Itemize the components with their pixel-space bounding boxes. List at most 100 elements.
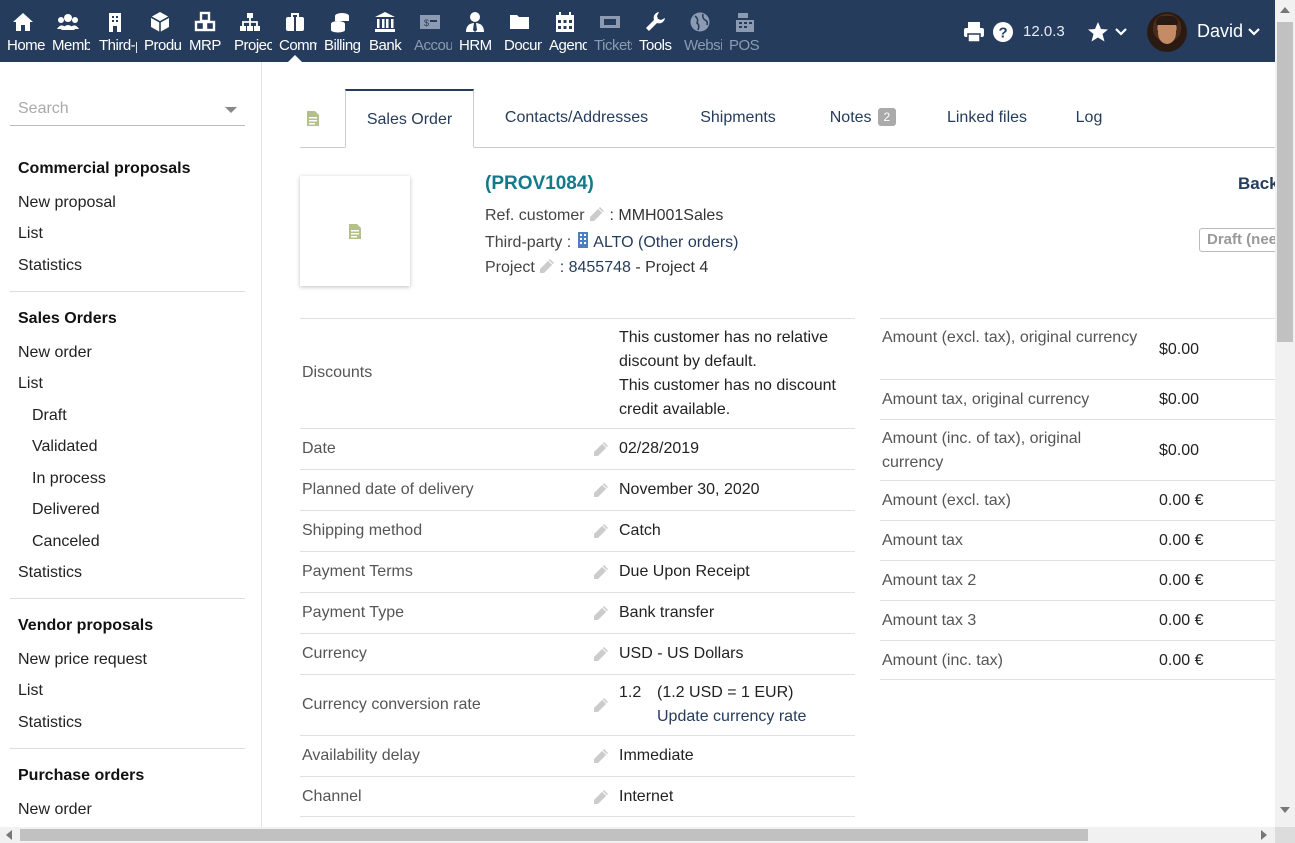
chevron-down-icon[interactable]: [1248, 26, 1260, 38]
link-proposal-statistics[interactable]: Statistics: [18, 257, 82, 275]
left-sidebar: Search Commercial proposals New proposal…: [0, 62, 262, 827]
horizontal-scroll-thumb[interactable]: [20, 829, 1088, 841]
scroll-down-arrow-icon[interactable]: [1280, 807, 1290, 813]
pencil-icon[interactable]: [593, 605, 609, 621]
link-order-list[interactable]: List: [18, 375, 43, 393]
avatar[interactable]: [1147, 12, 1187, 52]
chevron-down-icon[interactable]: [225, 107, 237, 113]
menu-websites[interactable]: Websites: [677, 0, 722, 62]
amount-value: 0.00 €: [1159, 652, 1204, 669]
menu-agenda[interactable]: Agenda: [542, 0, 587, 62]
menu-third-parties[interactable]: Third-parties: [92, 0, 137, 62]
update-currency-rate-text[interactable]: Update currency rate: [657, 708, 806, 725]
discount-credit-text: This customer has no discount credit ava…: [619, 377, 836, 418]
menu-tools[interactable]: Tools: [632, 0, 677, 62]
pencil-icon[interactable]: [589, 206, 605, 222]
vertical-scrollbar[interactable]: [1275, 0, 1295, 827]
menu-pos[interactable]: POS: [722, 0, 767, 62]
menu-products[interactable]: Products: [137, 0, 182, 62]
field-label: Discounts: [302, 364, 373, 381]
link-new-proposal[interactable]: New proposal: [18, 194, 116, 212]
pencil-icon[interactable]: [593, 482, 609, 498]
third-party-label: Third-party :: [485, 234, 572, 251]
other-orders-link[interactable]: (Other orders): [638, 234, 738, 251]
scroll-left-arrow-icon[interactable]: [6, 830, 12, 840]
pencil-icon[interactable]: [593, 789, 609, 805]
star-bookmark-icon[interactable]: [1087, 21, 1109, 43]
amount-row: Amount tax 0.00 €: [880, 520, 1275, 560]
amount-label: Amount tax, original currency: [882, 391, 1090, 408]
menu-label: POS: [729, 37, 760, 54]
menu-projects[interactable]: Projects: [227, 0, 272, 62]
tab-linked-files[interactable]: Linked files: [933, 89, 1041, 148]
horizontal-scrollbar[interactable]: [0, 827, 1275, 843]
update-currency-rate-link[interactable]: Update currency rate: [657, 705, 806, 729]
field-value: Bank transfer: [619, 604, 715, 621]
field-row-date: Date 02/28/2019: [300, 428, 855, 469]
ref-customer-line: Ref. customer : MMH001Sales: [485, 206, 723, 225]
menu-hrm[interactable]: HRM: [452, 0, 497, 62]
menu-commercial[interactable]: Commercial: [272, 0, 317, 62]
link-vendor-list[interactable]: List: [18, 682, 43, 700]
project-link[interactable]: : 8455748: [560, 259, 631, 276]
link-order-draft[interactable]: Draft: [32, 407, 67, 425]
section-title-commercial-proposals[interactable]: Commercial proposals: [18, 160, 191, 178]
menu-bank[interactable]: Bank: [362, 0, 407, 62]
tab-label: Notes: [829, 109, 872, 126]
globe-icon: [690, 12, 709, 32]
link-new-order[interactable]: New order: [18, 344, 92, 362]
section-title-sales-orders[interactable]: Sales Orders: [18, 310, 117, 328]
tab-log[interactable]: Log: [1057, 89, 1121, 148]
user-name[interactable]: David: [1197, 21, 1243, 42]
menu-label: Documents: [504, 37, 542, 54]
field-label: Channel: [302, 788, 362, 805]
pencil-icon[interactable]: [593, 523, 609, 539]
search-select[interactable]: Search: [10, 98, 245, 126]
amount-value: $0.00: [1159, 442, 1200, 459]
menu-members[interactable]: Members: [45, 0, 90, 62]
link-order-canceled[interactable]: Canceled: [32, 533, 100, 551]
tab-contacts-addresses[interactable]: Contacts/Addresses: [485, 89, 668, 148]
document-icon: [349, 224, 361, 239]
menu-accounting[interactable]: $ Accounting: [407, 0, 452, 62]
tab-label: Shipments: [700, 109, 776, 126]
field-value: November 30, 2020: [619, 481, 760, 498]
menu-documents[interactable]: Documents: [497, 0, 542, 62]
tab-shipments[interactable]: Shipments: [683, 89, 793, 148]
scroll-up-arrow-icon[interactable]: [1280, 7, 1290, 13]
third-party-link[interactable]: ALTO: [593, 234, 633, 251]
menu-label: Agenda: [549, 37, 587, 54]
link-order-in-process[interactable]: In process: [32, 470, 106, 488]
vertical-scroll-thumb[interactable]: [1277, 22, 1293, 342]
pencil-icon[interactable]: [593, 697, 609, 713]
menu-billing[interactable]: Billing: [317, 0, 362, 62]
section-title-purchase-orders[interactable]: Purchase orders: [18, 767, 144, 785]
pencil-icon[interactable]: [593, 441, 609, 457]
scroll-right-arrow-icon[interactable]: [1261, 830, 1267, 840]
menu-tickets[interactable]: Tickets: [587, 0, 632, 62]
print-icon[interactable]: [963, 21, 985, 43]
pencil-icon[interactable]: [593, 564, 609, 580]
tab-notes[interactable]: Notes 2: [808, 89, 918, 148]
help-icon[interactable]: ?: [992, 21, 1014, 43]
pencil-icon[interactable]: [593, 646, 609, 662]
pencil-icon[interactable]: [593, 748, 609, 764]
link-proposal-list[interactable]: List: [18, 225, 43, 243]
menu-mrp[interactable]: MRP: [182, 0, 227, 62]
link-new-purchase-order[interactable]: New order: [18, 801, 92, 819]
field-row-payment-terms: Payment Terms Due Upon Receipt: [300, 551, 855, 592]
menu-label: Accounting: [414, 37, 452, 54]
link-order-validated[interactable]: Validated: [32, 438, 98, 456]
field-value: Due Upon Receipt: [619, 563, 750, 580]
link-order-delivered[interactable]: Delivered: [32, 501, 100, 519]
pencil-icon[interactable]: [539, 258, 555, 274]
link-order-statistics[interactable]: Statistics: [18, 564, 82, 582]
order-ref: (PROV1084): [485, 173, 594, 194]
link-new-price-request[interactable]: New price request: [18, 651, 147, 669]
field-value: This customer has no relative discount b…: [619, 326, 854, 422]
section-title-vendor-proposals[interactable]: Vendor proposals: [18, 617, 153, 635]
link-vendor-statistics[interactable]: Statistics: [18, 714, 82, 732]
chevron-down-icon[interactable]: [1115, 26, 1127, 38]
menu-home[interactable]: Home: [0, 0, 45, 62]
tab-sales-order[interactable]: Sales Order: [345, 89, 474, 148]
